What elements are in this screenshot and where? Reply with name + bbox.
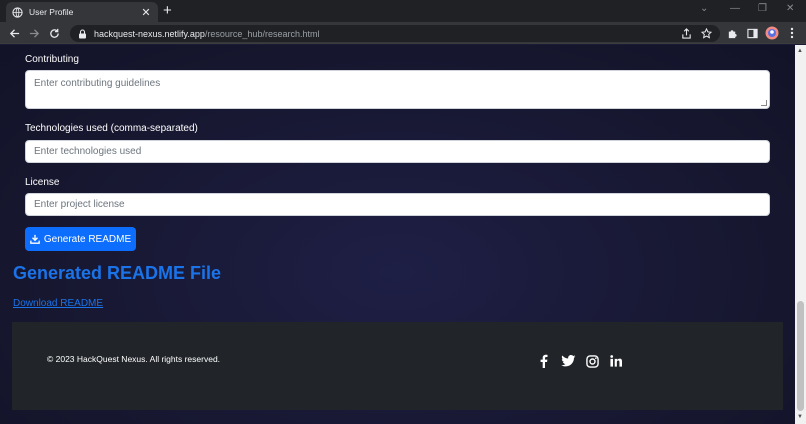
tab-title: User Profile [29,7,74,17]
generate-readme-label: Generate README [43,233,132,245]
license-placeholder: Enter project license [34,199,125,210]
bookmark-star-icon[interactable] [698,25,714,41]
page-scrollbar[interactable]: ▲ ▼ [795,45,806,424]
extensions-icon[interactable] [724,25,740,41]
url-path: /resource_hub/research.html [204,28,320,39]
share-icon[interactable] [678,25,694,41]
globe-icon [12,6,23,18]
scroll-down-icon[interactable]: ▼ [797,414,803,420]
forward-icon[interactable] [26,25,42,41]
restore-icon[interactable]: ❐ [758,3,767,14]
download-readme-link[interactable]: Download README [13,298,103,309]
contributing-textarea[interactable]: Enter contributing guidelines [25,70,770,109]
address-bar[interactable]: hackquest-nexus.netlify.app /resource_hu… [70,25,720,42]
minimize-icon[interactable]: — [730,3,740,14]
twitter-icon[interactable] [560,353,576,369]
footer: © 2023 HackQuest Nexus. All rights reser… [12,322,783,410]
close-tab-icon[interactable]: ✕ [140,6,152,19]
back-icon[interactable] [6,25,22,41]
technologies-placeholder: Enter technologies used [34,146,142,157]
linkedin-icon[interactable] [608,353,624,369]
page-content: Contributing Enter contributing guidelin… [0,45,795,424]
browser-tab-bar: User Profile ✕ + ⌄ — ❐ ✕ [0,0,806,22]
technologies-label: Technologies used (comma-separated) [25,123,198,134]
reload-icon[interactable] [46,25,62,41]
profile-avatar[interactable] [764,25,780,41]
browser-toolbar: hackquest-nexus.netlify.app /resource_hu… [0,22,806,44]
scroll-up-icon[interactable]: ▲ [797,48,803,54]
scrollbar-thumb[interactable] [797,301,804,411]
generate-readme-button[interactable]: Generate README [25,227,136,251]
resize-handle-icon[interactable] [761,100,767,106]
instagram-icon[interactable] [584,353,600,369]
technologies-input[interactable]: Enter technologies used [25,140,770,163]
new-tab-button[interactable]: + [163,3,172,19]
tab-search-icon[interactable]: ⌄ [700,3,708,14]
copyright-text: © 2023 HackQuest Nexus. All rights reser… [47,354,221,364]
license-input[interactable]: Enter project license [25,193,770,216]
lock-icon [78,28,88,39]
side-panel-icon[interactable] [744,25,760,41]
menu-kebab-icon[interactable] [784,25,800,41]
contributing-label: Contributing [25,54,79,65]
url-host: hackquest-nexus.netlify.app [94,28,205,39]
license-label: License [25,177,60,188]
download-icon [30,234,40,244]
generated-readme-heading: Generated README File [13,263,222,283]
contributing-placeholder: Enter contributing guidelines [34,78,161,89]
social-links [536,353,624,369]
facebook-icon[interactable] [536,353,552,369]
close-window-icon[interactable]: ✕ [786,3,794,14]
browser-tab[interactable]: User Profile ✕ [6,2,158,22]
